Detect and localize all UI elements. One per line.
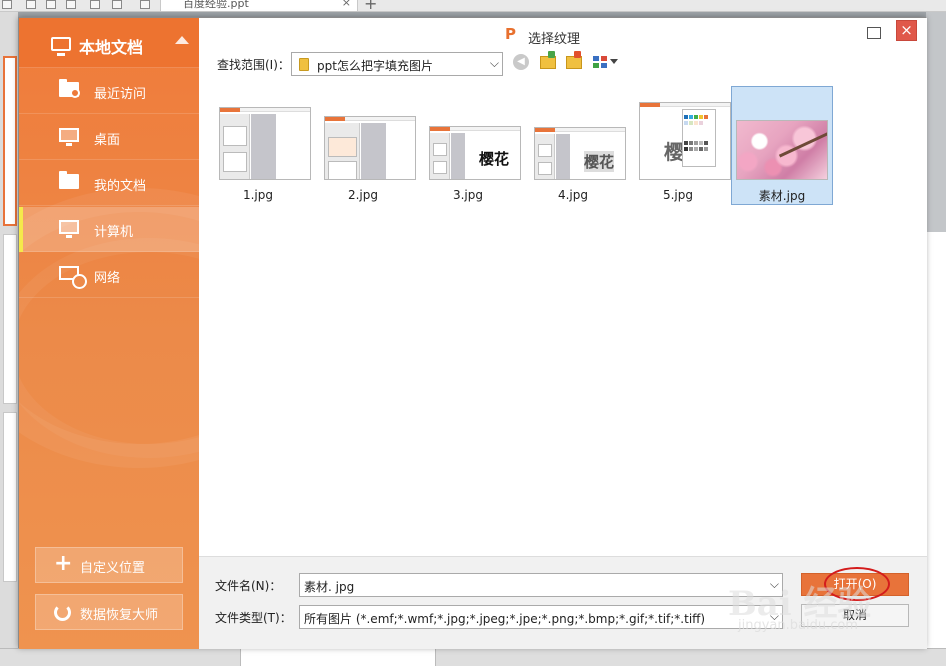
maximize-button[interactable]: [863, 24, 883, 42]
sidebar-title: 本地文档: [79, 38, 144, 57]
slide-canvas[interactable]: [926, 232, 946, 652]
cherry-blossom-image: [737, 121, 827, 179]
filetype-select[interactable]: 所有图片 (*.emf;*.wmf;*.jpg;*.jpeg;*.jpe;*.p…: [299, 605, 783, 629]
document-tab-label: 百度经验.ppt: [183, 0, 249, 10]
file-item-selected[interactable]: 素材.jpg: [731, 86, 833, 205]
sidebar-item-label: 桌面: [94, 133, 121, 148]
chevron-down-icon: ⌵: [489, 56, 499, 70]
document-tab[interactable]: 百度经验.ppt ×: [160, 0, 358, 12]
file-item[interactable]: 2.jpg: [313, 85, 416, 205]
recent-folder-icon: [59, 79, 80, 98]
sidebar-item-recent[interactable]: 最近访问: [19, 69, 199, 114]
monitor-icon: [51, 37, 71, 56]
file-thumbnail: 樱花: [429, 126, 521, 180]
highlight-circle: [824, 567, 890, 601]
data-recovery-button[interactable]: 数据恢复大师: [35, 594, 183, 630]
filetype-label: 文件类型(T)：: [215, 611, 292, 625]
filetype-value: 所有图片 (*.emf;*.wmf;*.jpg;*.jpeg;*.jpe;*.p…: [304, 612, 706, 626]
slide-panel: [0, 12, 18, 666]
thumbnail-text: 樱花: [584, 151, 615, 172]
cancel-button-label: 取消: [842, 608, 867, 622]
slide-thumbnail[interactable]: [3, 412, 17, 582]
file-thumbnail: [219, 107, 311, 180]
network-icon: [59, 266, 87, 289]
file-name: 3.jpg: [452, 188, 484, 202]
notes-field[interactable]: [240, 649, 436, 666]
filename-field[interactable]: 素材. jpg ⌵: [299, 573, 783, 597]
sidebar-item-label: 计算机: [94, 225, 134, 240]
dialog-footer: 文件名(N)： 素材. jpg ⌵ 文件类型(T)： 所有图片 (*.emf;*…: [199, 556, 927, 649]
print-icon[interactable]: [46, 0, 56, 9]
filename-label: 文件名(N)：: [215, 579, 282, 593]
back-icon[interactable]: ◀: [513, 54, 529, 70]
sidebar-item-desktop[interactable]: 桌面: [19, 115, 199, 160]
sidebar-header[interactable]: 本地文档: [19, 18, 199, 68]
sidebar-item-label: 我的文档: [94, 179, 147, 194]
sidebar: 本地文档 最近访问 桌面 我的文档 计算机 网络 + 自定义位置 数据恢复大师: [19, 18, 199, 649]
select-texture-dialog: 本地文档 最近访问 桌面 我的文档 计算机 网络 + 自定义位置 数据恢复大师 …: [18, 17, 927, 649]
file-thumbnail: [324, 116, 416, 180]
open-button[interactable]: 打开(O): [801, 567, 909, 601]
toolbar-icon[interactable]: [2, 0, 12, 9]
sidebar-item-network[interactable]: 网络: [19, 253, 199, 298]
custom-location-button[interactable]: + 自定义位置: [35, 547, 183, 583]
filename-value: 素材. jpg: [304, 580, 355, 594]
collapse-arrow-icon[interactable]: [175, 36, 189, 44]
background-toolbar: [0, 0, 946, 12]
close-tab-icon[interactable]: ×: [342, 0, 351, 10]
close-button[interactable]: ×: [896, 20, 917, 41]
thumbnail-text: 樱花: [479, 150, 510, 168]
sidebar-item-computer[interactable]: 计算机: [19, 207, 199, 252]
dialog-main: P 选择纹理 × 查找范围(I)： ppt怎么把字填充图片 ⌵ ◀ 1.jpg …: [199, 18, 927, 649]
slide-thumbnail[interactable]: [3, 234, 17, 404]
look-in-select[interactable]: ppt怎么把字填充图片 ⌵: [291, 52, 503, 76]
more-icon[interactable]: [140, 0, 150, 9]
wps-logo-icon: P: [505, 25, 516, 43]
file-item[interactable]: 樱花 5.jpg: [628, 85, 731, 205]
save-icon[interactable]: [26, 0, 36, 9]
sidebar-item-my-documents[interactable]: 我的文档: [19, 161, 199, 206]
file-name: 2.jpg: [347, 188, 379, 202]
dialog-titlebar[interactable]: P 选择纹理 ×: [199, 18, 927, 54]
folder-icon: [299, 58, 309, 71]
slide-thumbnail[interactable]: [3, 56, 17, 226]
up-folder-icon[interactable]: [540, 51, 556, 69]
chevron-down-icon: ⌵: [769, 577, 779, 591]
screen: 百度经验.ppt × + 本地文档 最近访问 桌面 我的文档 计算机 网络 + …: [0, 0, 946, 666]
file-thumbnail: 樱花: [534, 127, 626, 180]
file-name: 1.jpg: [242, 188, 274, 202]
file-list[interactable]: 1.jpg 2.jpg 樱花 3.jpg 樱花 4.jpg 5.jpg 素材.j…: [199, 82, 927, 556]
data-recovery-label: 数据恢复大师: [80, 608, 159, 623]
cancel-button[interactable]: 取消: [801, 604, 909, 627]
plus-icon: +: [54, 551, 73, 576]
sidebar-item-label: 最近访问: [94, 87, 147, 102]
desktop-icon: [59, 128, 79, 146]
recovery-icon: [54, 604, 71, 621]
file-item[interactable]: 1.jpg: [208, 85, 311, 205]
redo-icon[interactable]: [112, 0, 122, 9]
file-thumbnail: 樱花: [639, 102, 731, 180]
notes-area: [0, 648, 946, 666]
view-menu-icon[interactable]: [593, 56, 618, 69]
chevron-down-icon: ⌵: [769, 609, 779, 623]
sidebar-item-label: 网络: [94, 271, 121, 286]
new-folder-icon[interactable]: [566, 51, 582, 69]
documents-folder-icon: [59, 171, 79, 189]
computer-icon: [59, 220, 79, 238]
look-in-value: ppt怎么把字填充图片: [317, 59, 433, 73]
new-tab-icon[interactable]: +: [364, 0, 377, 13]
look-in-row: 查找范围(I)： ppt怎么把字填充图片 ⌵ ◀: [199, 51, 927, 82]
custom-location-label: 自定义位置: [80, 561, 146, 576]
file-item[interactable]: 樱花 3.jpg: [418, 85, 521, 205]
dialog-title: 选择纹理: [528, 32, 581, 47]
file-item[interactable]: 樱花 4.jpg: [523, 85, 626, 205]
preview-icon[interactable]: [66, 0, 76, 9]
look-in-label: 查找范围(I)：: [217, 58, 290, 72]
file-name: 4.jpg: [557, 188, 589, 202]
file-name: 素材.jpg: [758, 189, 806, 203]
file-thumbnail: [736, 120, 828, 180]
undo-icon[interactable]: [90, 0, 100, 9]
file-name: 5.jpg: [662, 188, 694, 202]
